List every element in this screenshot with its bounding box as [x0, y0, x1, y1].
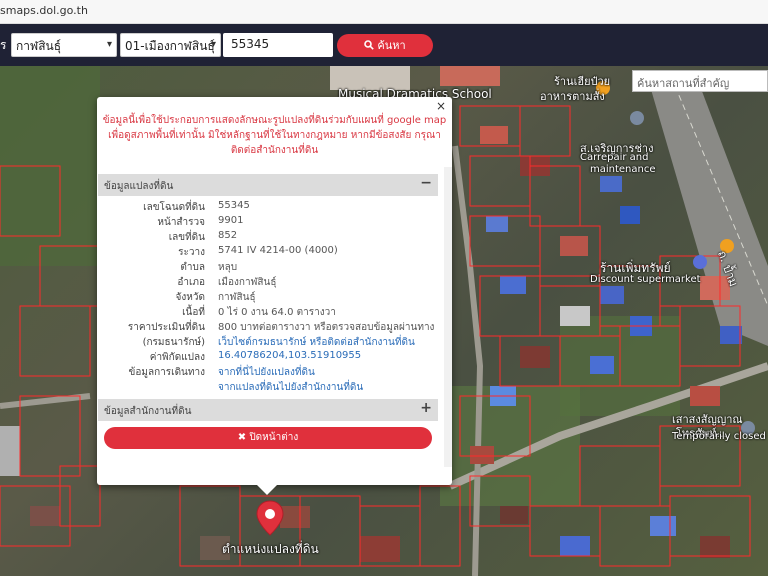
directions-to-office-link[interactable]: จากแปลงที่ดินไปยังสำนักงานที่ดิน: [218, 380, 363, 395]
table-row: เลขที่ดิน 852: [97, 230, 437, 245]
row-key: เลขที่ดิน: [168, 232, 205, 243]
place-search-input[interactable]: ค้นหาสถานที่สำคัญ: [632, 70, 768, 92]
popup-pointer: [257, 485, 277, 495]
chevron-down-icon: ▾: [106, 39, 112, 50]
chevron-down-icon: ▾: [210, 39, 216, 50]
map-label-supermarket-en: Discount supermarket: [590, 274, 701, 285]
search-icon: [364, 40, 375, 50]
parcel-marker-label: ตำแหน่งแปลงที่ดิน: [222, 542, 319, 556]
expand-icon[interactable]: +: [420, 400, 432, 416]
directions-to-parcel-link[interactable]: จากที่นี่ไปยังแปลงที่ดิน: [218, 365, 315, 380]
row-value: 0 ไร่ 0 งาน 64.0 ตารางวา: [218, 307, 336, 318]
table-row: หน้าสำรวจ 9901: [97, 215, 437, 230]
table-row: ข้อมูลการเดินทาง จากที่นี่ไปยังแปลงที่ดิ…: [97, 365, 437, 380]
table-row: เนื้อที่ 0 ไร่ 0 งาน 64.0 ตารางวา: [97, 305, 437, 320]
district-select[interactable]: 01-เมืองกาฬสินธุ์ ▾: [120, 33, 221, 57]
row-key: ตำบล: [180, 262, 205, 273]
disclaimer-notice: ข้อมูลนี้เพื่อใช้ประกอบการแสดงลักษณะรูปแ…: [97, 113, 452, 158]
row-value: เมืองกาฬสินธุ์: [218, 277, 277, 288]
row-key: ระวาง: [178, 247, 205, 258]
search-toolbar: ร กาฬสินธุ์ ▾ 01-เมืองกาฬสินธุ์ ▾ 55345 …: [0, 24, 768, 66]
table-row: เลขโฉนดที่ดิน 55345: [97, 200, 437, 215]
parcel-info-popup: × ข้อมูลนี้เพื่อใช้ประกอบการแสดงลักษณะรู…: [97, 97, 452, 495]
table-row: ราคาประเมินที่ดิน 800 บาทต่อตารางวา หรือ…: [97, 320, 437, 335]
row-value: หลุบ: [218, 262, 238, 273]
row-value: 5741 IV 4214-00 (4000): [218, 245, 338, 256]
row-key: ราคาประเมินที่ดิน: [127, 322, 205, 333]
close-icon[interactable]: ×: [436, 99, 446, 113]
row-key: เลขโฉนดที่ดิน: [143, 202, 205, 213]
section-parcel-info-header[interactable]: ข้อมูลแปลงที่ดิน −: [98, 174, 438, 196]
row-value: 852: [218, 230, 238, 241]
row-key: (กรมธนารักษ์): [142, 337, 205, 348]
coordinates-link[interactable]: 16.40786204,103.51910955: [218, 350, 361, 361]
table-row: ระวาง 5741 IV 4214-00 (4000): [97, 245, 437, 260]
table-row: อำเภอ เมืองกาฬสินธุ์: [97, 275, 437, 290]
row-key: หน้าสำรวจ: [157, 217, 205, 228]
row-key: ข้อมูลการเดินทาง: [128, 367, 205, 378]
table-row: ตำบล หลุบ: [97, 260, 437, 275]
browser-url: smaps.dol.go.th: [0, 4, 88, 17]
notice-line: ข้อมูลนี้เพื่อใช้ประกอบการแสดงลักษณะรูปแ…: [102, 115, 447, 126]
row-value: 800 บาทต่อตารางวา หรือตรวจสอบข้อมูลผ่านท…: [218, 322, 435, 333]
notice-line: ติดต่อสำนักงานที่ดิน: [230, 145, 319, 156]
toolbar-label: ร: [0, 38, 7, 52]
province-value: กาฬสินธุ์: [16, 39, 62, 53]
popup-scrollbar[interactable]: [444, 167, 452, 467]
map-pin-icon[interactable]: [256, 500, 284, 536]
map-label-restaurant-2: อาหารตามสั่ง: [540, 90, 605, 103]
district-value: 01-เมืองกาฬสินธุ์: [125, 39, 215, 53]
collapse-icon[interactable]: −: [420, 175, 432, 191]
section-title: ข้อมูลแปลงที่ดิน: [104, 181, 174, 192]
row-value: กาฬสินธุ์: [218, 292, 256, 303]
table-row: จังหวัด กาฬสินธุ์: [97, 290, 437, 305]
map-label-carrepair-en2: maintenance: [590, 164, 656, 175]
row-value: 55345: [218, 200, 250, 211]
search-button-label: ค้นหา: [377, 39, 406, 52]
table-row: ค่าพิกัดแปลง 16.40786204,103.51910955: [97, 350, 437, 365]
map-label-closed: Temporarily closed: [672, 431, 766, 442]
row-key: ค่าพิกัดแปลง: [149, 352, 205, 363]
notice-line: เพื่อดูสภาพพื้นที่เท่านั้น มิใช่หลักฐานท…: [108, 130, 441, 141]
browser-url-bar[interactable]: smaps.dol.go.th: [0, 0, 768, 24]
section-title: ข้อมูลสำนักงานที่ดิน: [104, 406, 192, 417]
row-value: 9901: [218, 215, 244, 226]
table-row: จากแปลงที่ดินไปยังสำนักงานที่ดิน: [97, 380, 437, 395]
section-land-office-header[interactable]: ข้อมูลสำนักงานที่ดิน +: [98, 399, 438, 421]
row-key: จังหวัด: [175, 292, 205, 303]
search-button[interactable]: ค้นหา: [337, 34, 433, 57]
table-row: (กรมธนารักษ์) เว็บไซต์กรมธนารักษ์ หรือติ…: [97, 335, 437, 350]
row-key: อำเภอ: [177, 277, 205, 288]
row-key: เนื้อที่: [182, 307, 205, 318]
parcel-number-input[interactable]: 55345: [223, 33, 333, 57]
treasury-link[interactable]: เว็บไซต์กรมธนารักษ์ หรือติดต่อสำนักงานที…: [218, 335, 415, 350]
close-window-button[interactable]: ✖ ปิดหน้าต่าง: [104, 427, 432, 449]
map-label-carrepair-en: Carrepair and: [580, 152, 649, 163]
province-select[interactable]: กาฬสินธุ์ ▾: [11, 33, 117, 57]
